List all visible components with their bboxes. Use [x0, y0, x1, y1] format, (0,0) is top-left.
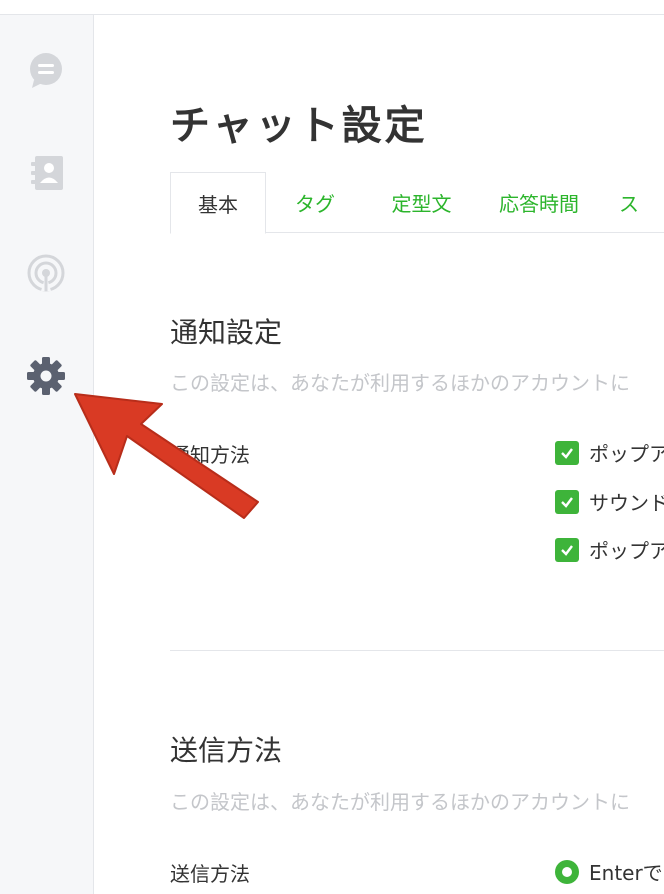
broadcast-icon: [27, 254, 65, 292]
contact-book-icon: [31, 156, 63, 190]
option-label: ポップア: [589, 442, 664, 466]
top-bar: [0, 0, 664, 15]
checkmark-icon: [561, 544, 573, 556]
sidebar: [0, 15, 94, 894]
send-option-enter[interactable]: Enterで: [555, 857, 663, 886]
notification-option-sound[interactable]: サウンド: [555, 487, 664, 516]
checkbox-checked[interactable]: [555, 537, 579, 562]
sidebar-item-chats[interactable]: [26, 50, 66, 90]
checkmark-icon: [561, 496, 573, 508]
radio-dot: [562, 866, 572, 877]
send-method-label: 送信方法: [170, 862, 250, 886]
checkmark-icon: [561, 447, 573, 459]
radio-selected[interactable]: [555, 859, 579, 884]
notification-method-label: 通知方法: [170, 443, 250, 467]
sidebar-item-settings[interactable]: [26, 356, 66, 396]
notification-section-description: この設定は、あなたが利用するほかのアカウントに: [170, 371, 630, 395]
main-content: チャット設定 基本 タグ 定型文 応答時間 ス 通知設定 この設定は、あなたが利…: [94, 15, 664, 894]
send-section-title: 送信方法: [170, 734, 283, 767]
tab-bar: 基本 タグ 定型文 応答時間 ス: [170, 172, 659, 234]
sidebar-item-broadcast[interactable]: [26, 253, 66, 293]
option-label: サウンド: [589, 491, 664, 515]
option-label: ポップア: [589, 539, 664, 563]
gear-icon: [27, 357, 65, 395]
notification-option-popup-2[interactable]: ポップア: [555, 535, 664, 564]
send-section-description: この設定は、あなたが利用するほかのアカウントに: [170, 790, 630, 814]
option-label: Enterで: [589, 861, 663, 885]
tab-response-hours[interactable]: 応答時間: [479, 172, 599, 232]
checkbox-checked[interactable]: [555, 440, 579, 465]
tab-more[interactable]: ス: [599, 172, 659, 232]
tab-tags[interactable]: タグ: [266, 172, 364, 232]
notification-option-popup[interactable]: ポップア: [555, 438, 664, 467]
checkbox-checked[interactable]: [555, 489, 579, 514]
page-title: チャット設定: [170, 103, 428, 149]
tab-templates[interactable]: 定型文: [364, 172, 479, 232]
tab-basic[interactable]: 基本: [170, 172, 266, 234]
section-divider: [170, 650, 664, 651]
chat-bubble-icon: [30, 53, 62, 88]
notification-section-title: 通知設定: [170, 316, 283, 349]
sidebar-item-contacts[interactable]: [26, 153, 66, 193]
